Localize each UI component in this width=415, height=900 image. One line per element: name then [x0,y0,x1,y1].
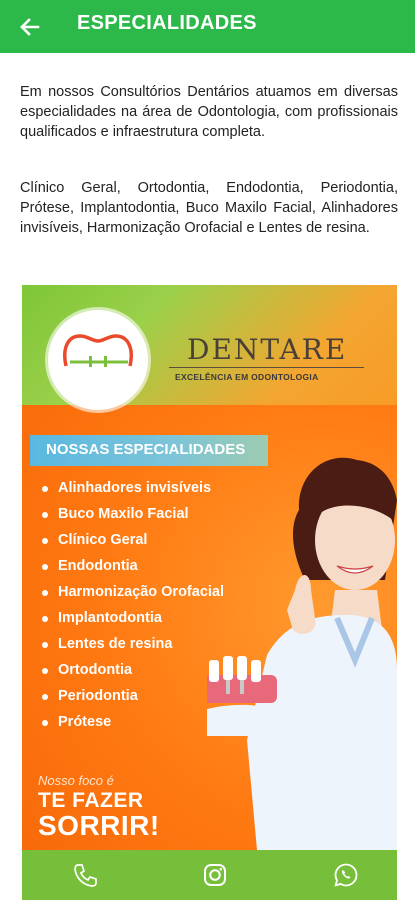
app-bar: ESPECIALIDADES [0,0,415,53]
instagram-icon [204,864,226,886]
specialties-banner: DENTARE EXCELÊNCIA EM ODONTOLOGIA NOSSAS… [22,285,397,900]
back-button[interactable] [12,10,46,44]
whatsapp-icon [334,863,358,887]
banner-footer [22,850,397,900]
dentist-illustration [207,457,397,850]
list-item: Lentes de resina [40,634,224,660]
list-item: Buco Maxilo Facial [40,504,224,530]
phone-icon [74,864,97,887]
brand-tagline: EXCELÊNCIA EM ODONTOLOGIA [175,372,319,382]
brand-name: DENTARE [187,333,348,366]
list-item: Endodontia [40,556,224,582]
slogan-line3: SORRIR! [38,810,160,841]
list-item: Periodontia [40,686,224,712]
list-item: Alinhadores invisíveis [40,478,224,504]
arrow-left-icon [20,18,40,36]
list-item: Clínico Geral [40,530,224,556]
list-item: Implantodontia [40,608,224,634]
list-item: Prótese [40,712,224,738]
divider [169,367,364,368]
list-item: Ortodontia [40,660,224,686]
page-title: ESPECIALIDADES [77,12,257,34]
logo [48,310,148,410]
intro-paragraph: Em nossos Consultórios Dentários atuamos… [20,84,398,140]
specialties-paragraph: Clínico Geral, Ortodontia, Endodontia, P… [20,180,398,236]
slogan-line1: Nosso foco é [38,773,114,788]
tooth-logo-icon [63,334,133,367]
list-item: Harmonização Orofacial [40,582,224,608]
specialties-list: Alinhadores invisíveis Buco Maxilo Facia… [40,478,224,738]
